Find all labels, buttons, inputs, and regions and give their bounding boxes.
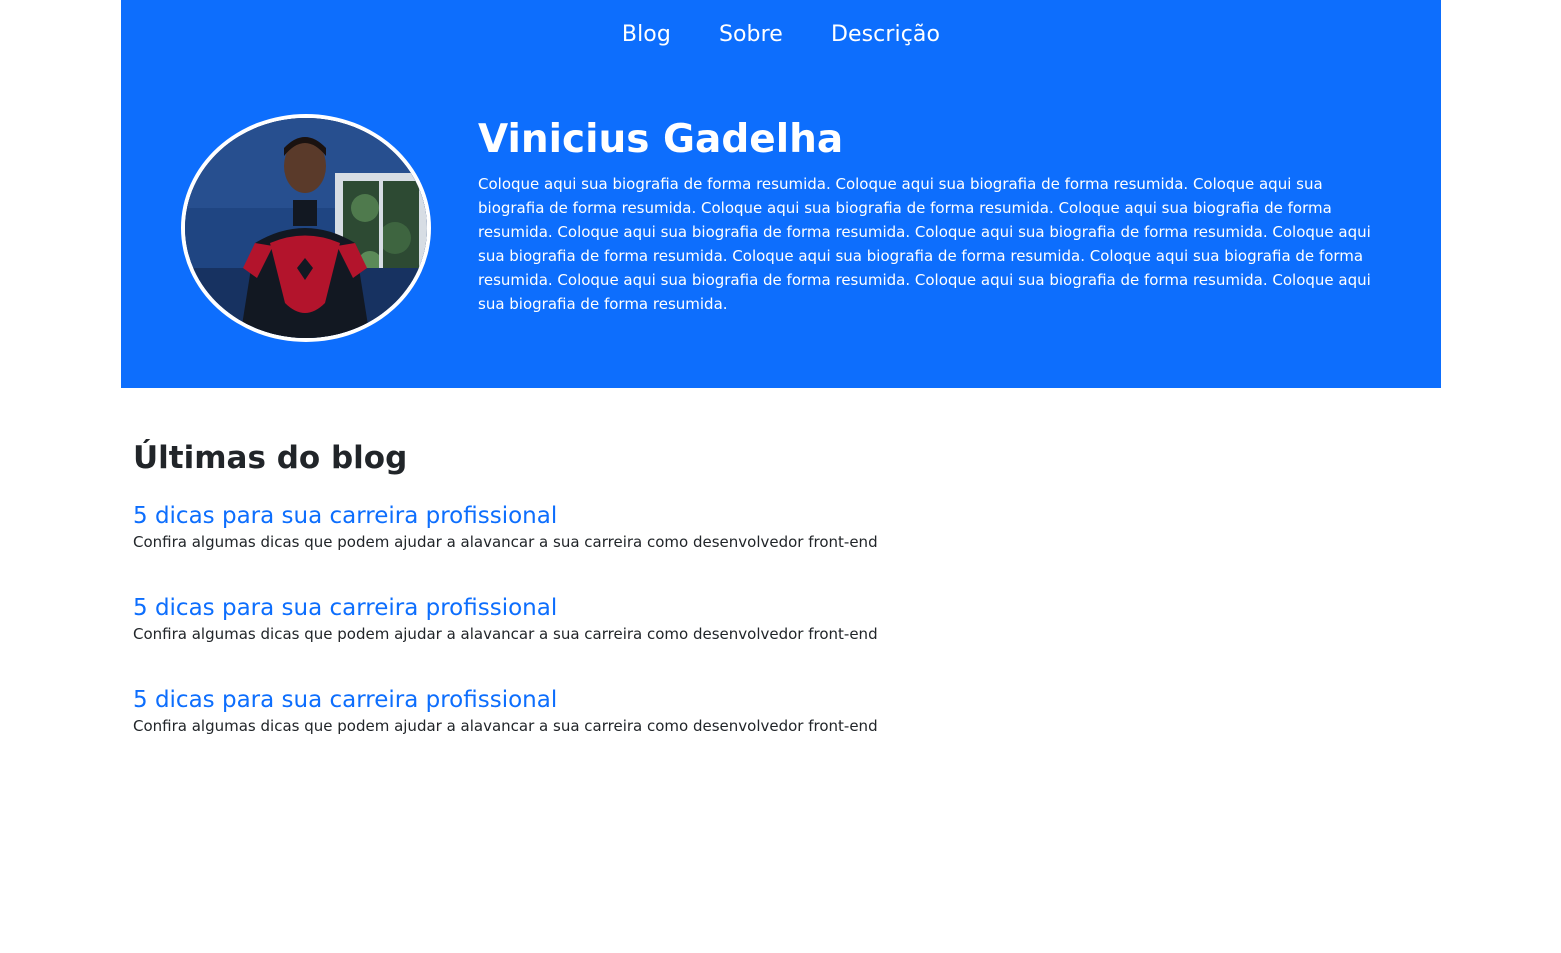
blog-post-title[interactable]: 5 dicas para sua carreira profissional xyxy=(133,685,1033,715)
blog-post: 5 dicas para sua carreira profissional C… xyxy=(133,501,1033,553)
nav-link-blog[interactable]: Blog xyxy=(622,22,671,47)
blog-section: Últimas do blog 5 dicas para sua carreir… xyxy=(121,388,1441,953)
blog-post: 5 dicas para sua carreira profissional C… xyxy=(133,593,1033,645)
profile-header: Blog Sobre Descrição Vinicius Gadelha Co… xyxy=(121,0,1441,388)
nav-link-descricao[interactable]: Descrição xyxy=(831,22,940,47)
profile-info: Vinicius Gadelha Coloque aqui sua biogra… xyxy=(478,114,1378,316)
profile-name: Vinicius Gadelha xyxy=(478,117,844,162)
nav-link-sobre[interactable]: Sobre xyxy=(719,22,783,47)
blog-heading: Últimas do blog xyxy=(133,440,408,476)
blog-post-title[interactable]: 5 dicas para sua carreira profissional xyxy=(133,501,1033,531)
blog-post-title[interactable]: 5 dicas para sua carreira profissional xyxy=(133,593,1033,623)
blog-post-summary: Confira algumas dicas que podem ajudar a… xyxy=(133,717,878,735)
blog-post-summary: Confira algumas dicas que podem ajudar a… xyxy=(133,625,878,643)
avatar-image xyxy=(185,118,427,338)
blog-post: 5 dicas para sua carreira profissional C… xyxy=(133,685,1033,737)
main-nav: Blog Sobre Descrição xyxy=(121,0,1441,68)
profile-bio: Coloque aqui sua biografia de forma resu… xyxy=(478,175,1371,313)
blog-post-summary: Confira algumas dicas que podem ajudar a… xyxy=(133,533,878,551)
avatar xyxy=(181,114,431,342)
